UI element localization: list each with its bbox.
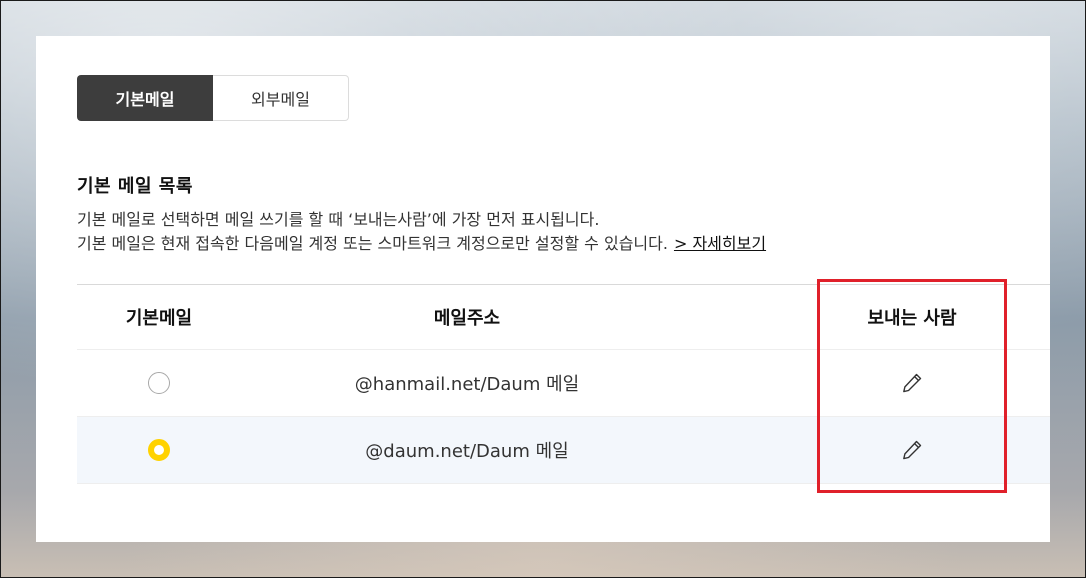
tab-external-mail[interactable]: 외부메일 xyxy=(213,75,349,121)
address-cell: @daum.net/Daum 메일 xyxy=(327,417,607,483)
sender-cell xyxy=(847,417,977,483)
description-line-2: 기본 메일은 현재 접속한 다음메일 계정 또는 스마트워크 계정으로만 설정할… xyxy=(77,233,766,255)
table-row: @hanmail.net/Daum 메일 xyxy=(77,350,1050,417)
tab-default-mail[interactable]: 기본메일 xyxy=(77,75,213,121)
address-cell: @hanmail.net/Daum 메일 xyxy=(327,350,607,416)
description-line-1: 기본 메일로 선택하면 메일 쓰기를 할 때 ‘보내는사람’에 가장 먼저 표시… xyxy=(77,210,600,229)
edit-sender-button[interactable] xyxy=(898,436,926,464)
mail-type-tabs: 기본메일 외부메일 xyxy=(77,75,349,121)
mail-address: @hanmail.net/Daum 메일 xyxy=(354,374,580,395)
header-mail-address: 메일주소 xyxy=(433,308,501,329)
header-default-mail: 기본메일 xyxy=(125,308,193,329)
default-mail-radio[interactable] xyxy=(148,372,170,394)
sender-cell xyxy=(847,350,977,416)
radio-cell xyxy=(117,350,201,416)
section-title: 기본 메일 목록 xyxy=(77,176,193,197)
default-mail-radio-selected[interactable] xyxy=(148,439,170,461)
mail-address: @daum.net/Daum 메일 xyxy=(365,441,569,462)
settings-panel: 기본메일 외부메일 기본 메일 목록 기본 메일로 선택하면 메일 쓰기를 할 … xyxy=(36,36,1050,542)
radio-cell xyxy=(117,417,201,483)
header-sender: 보내는 사람 xyxy=(867,308,957,329)
pencil-icon xyxy=(903,373,922,393)
table-header: 기본메일 메일주소 보내는 사람 xyxy=(77,284,1050,350)
default-mail-table: 기본메일 메일주소 보내는 사람 @hanmail.net/Daum 메일 @d… xyxy=(77,284,1050,484)
more-details-link[interactable]: > 자세히보기 xyxy=(674,234,766,253)
edit-sender-button[interactable] xyxy=(898,369,926,397)
table-row: @daum.net/Daum 메일 xyxy=(77,417,1050,484)
description-line-2-text: 기본 메일은 현재 접속한 다음메일 계정 또는 스마트워크 계정으로만 설정할… xyxy=(77,234,668,253)
pencil-icon xyxy=(903,440,922,460)
